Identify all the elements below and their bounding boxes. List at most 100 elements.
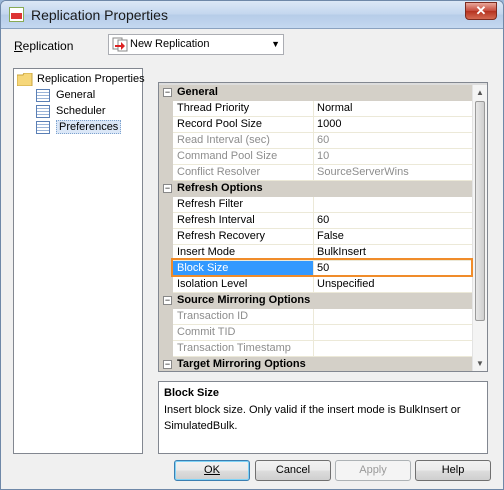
property-row[interactable]: Record Pool Size 1000: [159, 117, 472, 133]
property-name: Command Pool Size: [173, 149, 314, 165]
properties-page-icon: [36, 120, 50, 134]
collapse-icon[interactable]: −: [163, 184, 172, 193]
property-row[interactable]: Read Interval (sec) 60: [159, 133, 472, 149]
category-title: Source Mirroring Options: [177, 294, 311, 306]
row-gutter: [159, 133, 173, 149]
scroll-up-icon[interactable]: ▲: [475, 88, 485, 97]
property-value: [314, 325, 472, 341]
tree-item-scheduler[interactable]: Scheduler: [36, 103, 106, 119]
tree-item-label: General: [56, 89, 96, 101]
scroll-thumb[interactable]: [475, 101, 485, 321]
row-gutter: [159, 309, 173, 325]
property-row[interactable]: Transaction ID: [159, 309, 472, 325]
ok-button-label: OK: [204, 464, 220, 476]
property-row[interactable]: Command Pool Size 10: [159, 149, 472, 165]
tree-item-label: Scheduler: [56, 105, 106, 117]
category-title: Target Mirroring Options: [177, 358, 306, 370]
row-gutter: [159, 229, 173, 245]
property-value[interactable]: Unspecified: [314, 277, 472, 293]
category-title: General: [177, 86, 218, 98]
row-gutter: [159, 149, 173, 165]
description-text: Insert block size. Only valid if the ins…: [164, 404, 461, 432]
property-row[interactable]: Commit TID: [159, 325, 472, 341]
tree-item-preferences[interactable]: Preferences: [36, 119, 122, 135]
tree-item-general[interactable]: General: [36, 87, 95, 103]
property-value[interactable]: Normal: [314, 101, 472, 117]
property-value[interactable]: False: [314, 229, 472, 245]
tree-root-label: Replication Properties: [37, 73, 145, 85]
window-title: Replication Properties: [31, 7, 168, 23]
property-value[interactable]: 60: [314, 213, 472, 229]
property-name: Record Pool Size: [173, 117, 314, 133]
cancel-button[interactable]: Cancel: [255, 460, 331, 481]
category-header[interactable]: − Refresh Options: [159, 181, 472, 197]
property-name: Refresh Filter: [173, 197, 314, 213]
row-gutter: [159, 197, 173, 213]
replication-properties-window: Replication Properties ✕ Replication New…: [0, 0, 504, 490]
collapse-icon[interactable]: −: [163, 360, 172, 369]
property-row[interactable]: Refresh Recovery False: [159, 229, 472, 245]
properties-page-icon: [36, 104, 50, 118]
cancel-button-label: Cancel: [275, 464, 311, 476]
property-value[interactable]: 1000: [314, 117, 472, 133]
apply-button-label: Apply: [359, 464, 387, 476]
property-name: Isolation Level: [173, 277, 314, 293]
property-name: Conflict Resolver: [173, 165, 314, 181]
property-value: 60: [314, 133, 472, 149]
property-value[interactable]: [314, 197, 472, 213]
apply-button[interactable]: Apply: [335, 460, 411, 481]
category-header[interactable]: − General: [159, 85, 472, 101]
property-name: Transaction Timestamp: [173, 341, 314, 357]
property-value: 10: [314, 149, 472, 165]
property-value: SourceServerWins: [314, 165, 472, 181]
settings-tree: Replication Properties General Scheduler…: [13, 68, 145, 454]
property-value: [314, 309, 472, 325]
description-panel: Block Size Insert block size. Only valid…: [158, 381, 488, 454]
row-gutter: [159, 277, 173, 293]
tree-root[interactable]: Replication Properties: [17, 71, 145, 87]
title-bar[interactable]: Replication Properties ✕: [1, 1, 503, 29]
row-gutter: [159, 165, 173, 181]
property-row[interactable]: Refresh Interval 60: [159, 213, 472, 229]
property-grid[interactable]: − General Thread Priority Normal Record Pool…: [158, 82, 488, 372]
property-row[interactable]: Conflict Resolver SourceServerWins: [159, 165, 472, 181]
grid-scrollbar[interactable]: ▲ ▼: [472, 85, 487, 371]
property-name: Transaction ID: [173, 309, 314, 325]
collapse-icon[interactable]: −: [163, 296, 172, 305]
properties-page-icon: [36, 88, 50, 102]
help-button[interactable]: Help: [415, 460, 491, 481]
ok-button[interactable]: OK: [174, 460, 250, 481]
chevron-down-icon[interactable]: ▼: [271, 39, 280, 49]
description-title: Block Size: [164, 387, 220, 399]
close-button[interactable]: ✕: [465, 2, 497, 20]
scroll-down-icon[interactable]: ▼: [475, 359, 485, 368]
row-gutter: [159, 341, 173, 357]
help-button-label: Help: [441, 464, 465, 476]
replication-label-mnemonic: R: [14, 39, 23, 53]
category-header[interactable]: − Source Mirroring Options: [159, 293, 472, 309]
collapse-icon[interactable]: −: [163, 88, 172, 97]
app-icon: [9, 7, 24, 22]
property-name: Refresh Interval: [173, 213, 314, 229]
category-header[interactable]: − Target Mirroring Options: [159, 357, 472, 371]
property-row[interactable]: Thread Priority Normal: [159, 101, 472, 117]
property-value: [314, 341, 472, 357]
row-gutter: [159, 325, 173, 341]
category-title: Refresh Options: [177, 182, 263, 194]
property-name: Refresh Recovery: [173, 229, 314, 245]
replication-icon: [112, 37, 128, 52]
property-row[interactable]: Isolation Level Unspecified: [159, 277, 472, 293]
property-name: Thread Priority: [173, 101, 314, 117]
row-gutter: [159, 117, 173, 133]
replication-label: Replication: [14, 39, 73, 53]
replication-selected-value: New Replication: [130, 38, 210, 50]
property-name: Read Interval (sec): [173, 133, 314, 149]
property-row[interactable]: Transaction Timestamp: [159, 341, 472, 357]
replication-label-rest: eplication: [22, 39, 74, 53]
row-gutter: [159, 101, 173, 117]
block-size-highlight: [171, 258, 473, 277]
property-row[interactable]: Refresh Filter: [159, 197, 472, 213]
row-gutter: [159, 213, 173, 229]
replication-dropdown[interactable]: New Replication ▼: [108, 34, 284, 55]
folder-icon: [17, 72, 33, 86]
